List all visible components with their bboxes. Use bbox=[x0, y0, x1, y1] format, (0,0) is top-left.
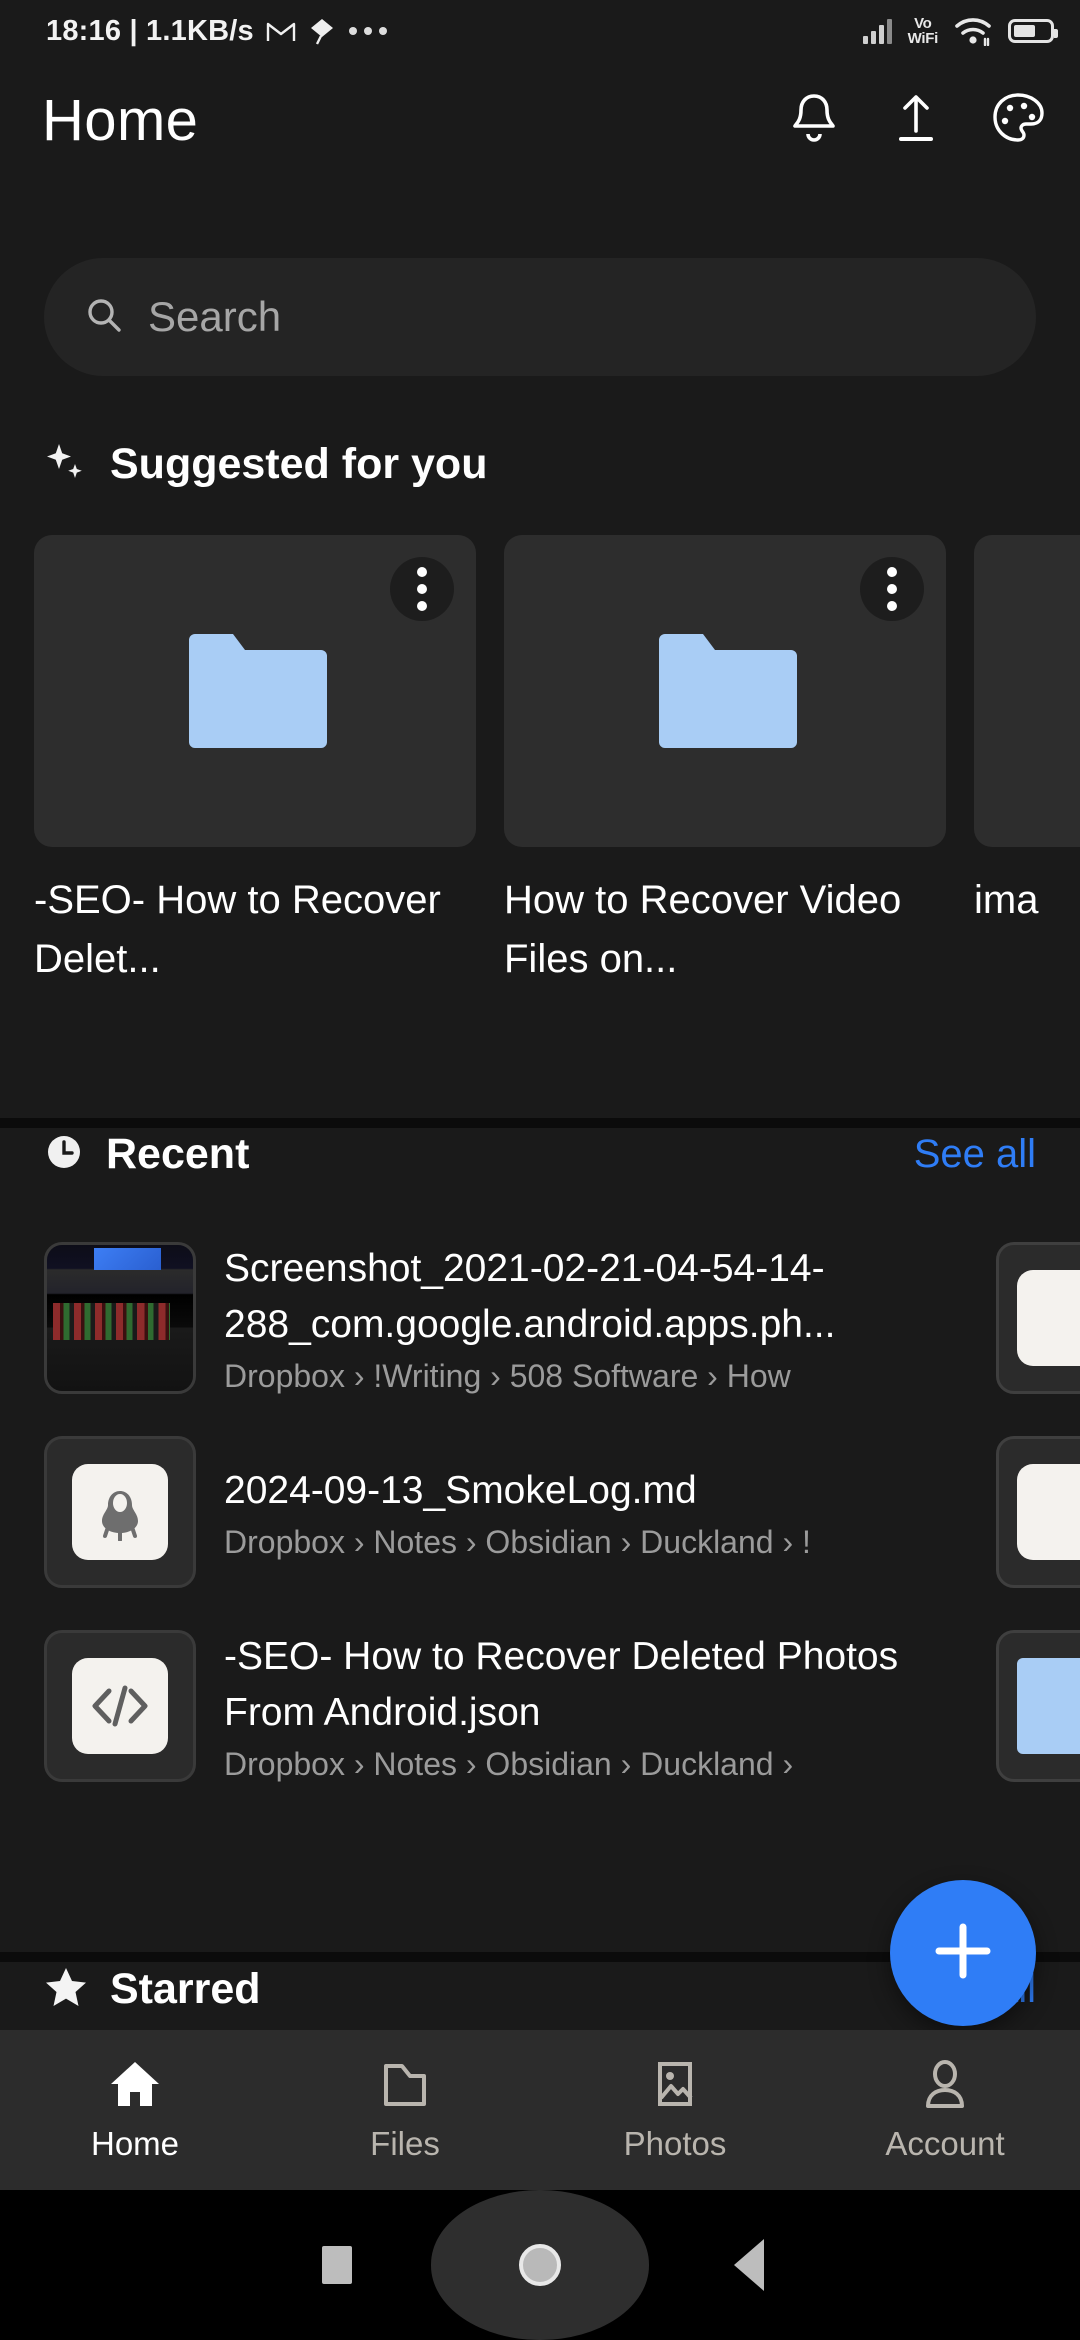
more-dots-icon bbox=[348, 26, 388, 36]
suggested-title: Suggested for you bbox=[110, 440, 488, 488]
add-button[interactable] bbox=[890, 1880, 1036, 2026]
notifications-button[interactable] bbox=[786, 92, 842, 148]
suggested-card[interactable]: -SEO- How to Recover Delet... bbox=[34, 535, 476, 989]
nav-label-account: Account bbox=[885, 2124, 1005, 2162]
suggested-section: Suggested for you -SEO- How to Recover D… bbox=[0, 440, 1080, 989]
app-bar: Home bbox=[0, 62, 1080, 178]
list-item[interactable]: -SEO- How to Recover Deleted Photos From… bbox=[0, 1609, 1080, 1803]
nav-label-home: Home bbox=[90, 2124, 180, 2162]
star-icon bbox=[44, 1965, 88, 2014]
recent-item-name: Screenshot_2021-02-21-04-54-14-288_com.g… bbox=[224, 1247, 836, 1346]
nav-item-files[interactable]: Files bbox=[270, 2058, 540, 2163]
recent-item-name: -SEO- How to Recover Deleted Photos From… bbox=[224, 1635, 899, 1734]
recent-peek-card[interactable] bbox=[996, 1630, 1080, 1782]
theme-button[interactable] bbox=[990, 92, 1046, 148]
code-file-icon bbox=[44, 1630, 196, 1782]
home-pill[interactable] bbox=[431, 2190, 649, 2340]
palette-icon bbox=[991, 91, 1045, 150]
page-title: Home bbox=[42, 87, 199, 153]
folder-icon bbox=[183, 630, 327, 753]
wifi-icon bbox=[954, 16, 992, 46]
recent-list: Screenshot_2021-02-21-04-54-14-288_com.g… bbox=[0, 1221, 1080, 1803]
battery-icon bbox=[1008, 19, 1058, 43]
starred-title: Starred bbox=[110, 1965, 261, 2013]
vowifi-indicator: Vo WiFi bbox=[907, 15, 939, 47]
suggested-card-list[interactable]: -SEO- How to Recover Delet... How to Rec… bbox=[0, 489, 1080, 989]
recent-item-name: 2024-09-13_SmokeLog.md bbox=[224, 1468, 697, 1512]
nav-item-account[interactable]: Account bbox=[810, 2058, 1080, 2163]
app-screen: 18:16 | 1.1KB/s Vo WiFi Home Search Sugg… bbox=[0, 0, 1080, 2340]
folder-icon bbox=[653, 630, 797, 753]
recent-item-text: 2024-09-13_SmokeLog.md Dropbox › Notes ›… bbox=[196, 1463, 1010, 1561]
status-bar-left: 18:16 | 1.1KB/s bbox=[46, 15, 388, 48]
recent-item-text: Screenshot_2021-02-21-04-54-14-288_com.g… bbox=[196, 1241, 1010, 1395]
suggested-thumbnail[interactable] bbox=[974, 535, 1080, 847]
suggested-thumbnail[interactable] bbox=[504, 535, 946, 847]
obsidian-icon bbox=[44, 1436, 196, 1588]
plus-icon bbox=[929, 1917, 997, 1990]
recent-peek-card[interactable] bbox=[996, 1242, 1080, 1394]
image-icon bbox=[648, 2058, 702, 2115]
folder-icon bbox=[378, 2058, 432, 2115]
suggested-card-menu[interactable] bbox=[390, 557, 454, 621]
bell-icon bbox=[789, 91, 839, 150]
upload-icon bbox=[892, 91, 940, 150]
nav-item-photos[interactable]: Photos bbox=[540, 2058, 810, 2163]
suggested-thumbnail[interactable] bbox=[34, 535, 476, 847]
recent-item-text: -SEO- How to Recover Deleted Photos From… bbox=[196, 1629, 1010, 1783]
photo-thumbnail bbox=[44, 1242, 196, 1394]
suggested-card-name: How to Recover Video Files on... bbox=[504, 878, 902, 982]
triangle-back-icon[interactable] bbox=[734, 2239, 764, 2291]
status-clock: 18:16 | 1.1KB/s bbox=[46, 14, 254, 47]
suggested-card-name: ima bbox=[974, 878, 1039, 922]
list-item[interactable]: 2024-09-13_SmokeLog.md Dropbox › Notes ›… bbox=[0, 1415, 1080, 1609]
suggested-card[interactable]: ima bbox=[974, 535, 1080, 989]
suggested-header: Suggested for you bbox=[0, 440, 1080, 489]
gmail-icon bbox=[266, 19, 296, 43]
square-recents-icon[interactable] bbox=[322, 2246, 352, 2284]
cellular-signal-icon bbox=[862, 18, 892, 44]
recent-item-path: Dropbox › !Writing › 508 Software › How bbox=[224, 1357, 791, 1394]
bottom-navigation: Home Files Photos Account bbox=[0, 2030, 1080, 2190]
sparkle-icon bbox=[44, 440, 88, 489]
app-bar-actions bbox=[786, 92, 1046, 148]
search-area: Search bbox=[0, 258, 1080, 376]
nav-label-files: Files bbox=[370, 2124, 440, 2162]
nav-item-home[interactable]: Home bbox=[0, 2058, 270, 2163]
upload-button[interactable] bbox=[888, 92, 944, 148]
section-divider bbox=[0, 1118, 1080, 1128]
kite-icon bbox=[308, 17, 336, 45]
recent-see-all-link[interactable]: See all bbox=[914, 1132, 1036, 1177]
home-icon bbox=[108, 2058, 162, 2115]
suggested-card[interactable]: How to Recover Video Files on... bbox=[504, 535, 946, 989]
recent-item-path: Dropbox › Notes › Obsidian › Duckland › … bbox=[224, 1524, 811, 1561]
recent-item-path: Dropbox › Notes › Obsidian › Duckland › bbox=[224, 1745, 794, 1782]
recent-header: Recent See all bbox=[0, 1130, 1080, 1179]
clock-icon bbox=[44, 1132, 84, 1177]
suggested-card-name: -SEO- How to Recover Delet... bbox=[34, 878, 441, 982]
status-bar: 18:16 | 1.1KB/s Vo WiFi bbox=[0, 0, 1080, 62]
list-item[interactable]: Screenshot_2021-02-21-04-54-14-288_com.g… bbox=[0, 1221, 1080, 1415]
system-navigation-bar bbox=[0, 2190, 1080, 2340]
search-icon bbox=[84, 295, 124, 340]
search-input[interactable]: Search bbox=[44, 258, 1036, 376]
nav-label-photos: Photos bbox=[623, 2124, 727, 2162]
recent-section: Recent See all Screenshot_2021-02-21-04-… bbox=[0, 1130, 1080, 1803]
status-bar-right: Vo WiFi bbox=[862, 15, 1058, 47]
person-icon bbox=[918, 2058, 972, 2115]
recent-title: Recent bbox=[106, 1130, 250, 1178]
suggested-card-menu[interactable] bbox=[860, 557, 924, 621]
search-placeholder: Search bbox=[148, 293, 282, 340]
circle-home-icon[interactable] bbox=[519, 2244, 561, 2286]
recent-peek-card[interactable] bbox=[996, 1436, 1080, 1588]
